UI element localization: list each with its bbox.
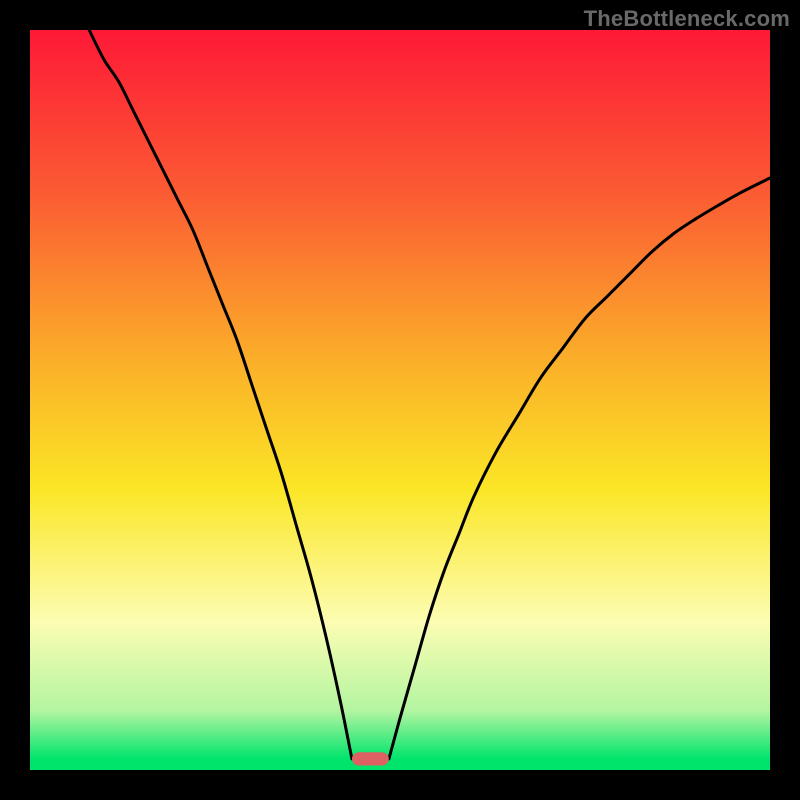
watermark-text: TheBottleneck.com	[584, 6, 790, 32]
gradient-background	[30, 30, 770, 770]
min-marker	[352, 752, 389, 765]
bottleneck-chart	[30, 30, 770, 770]
chart-frame	[30, 30, 770, 770]
